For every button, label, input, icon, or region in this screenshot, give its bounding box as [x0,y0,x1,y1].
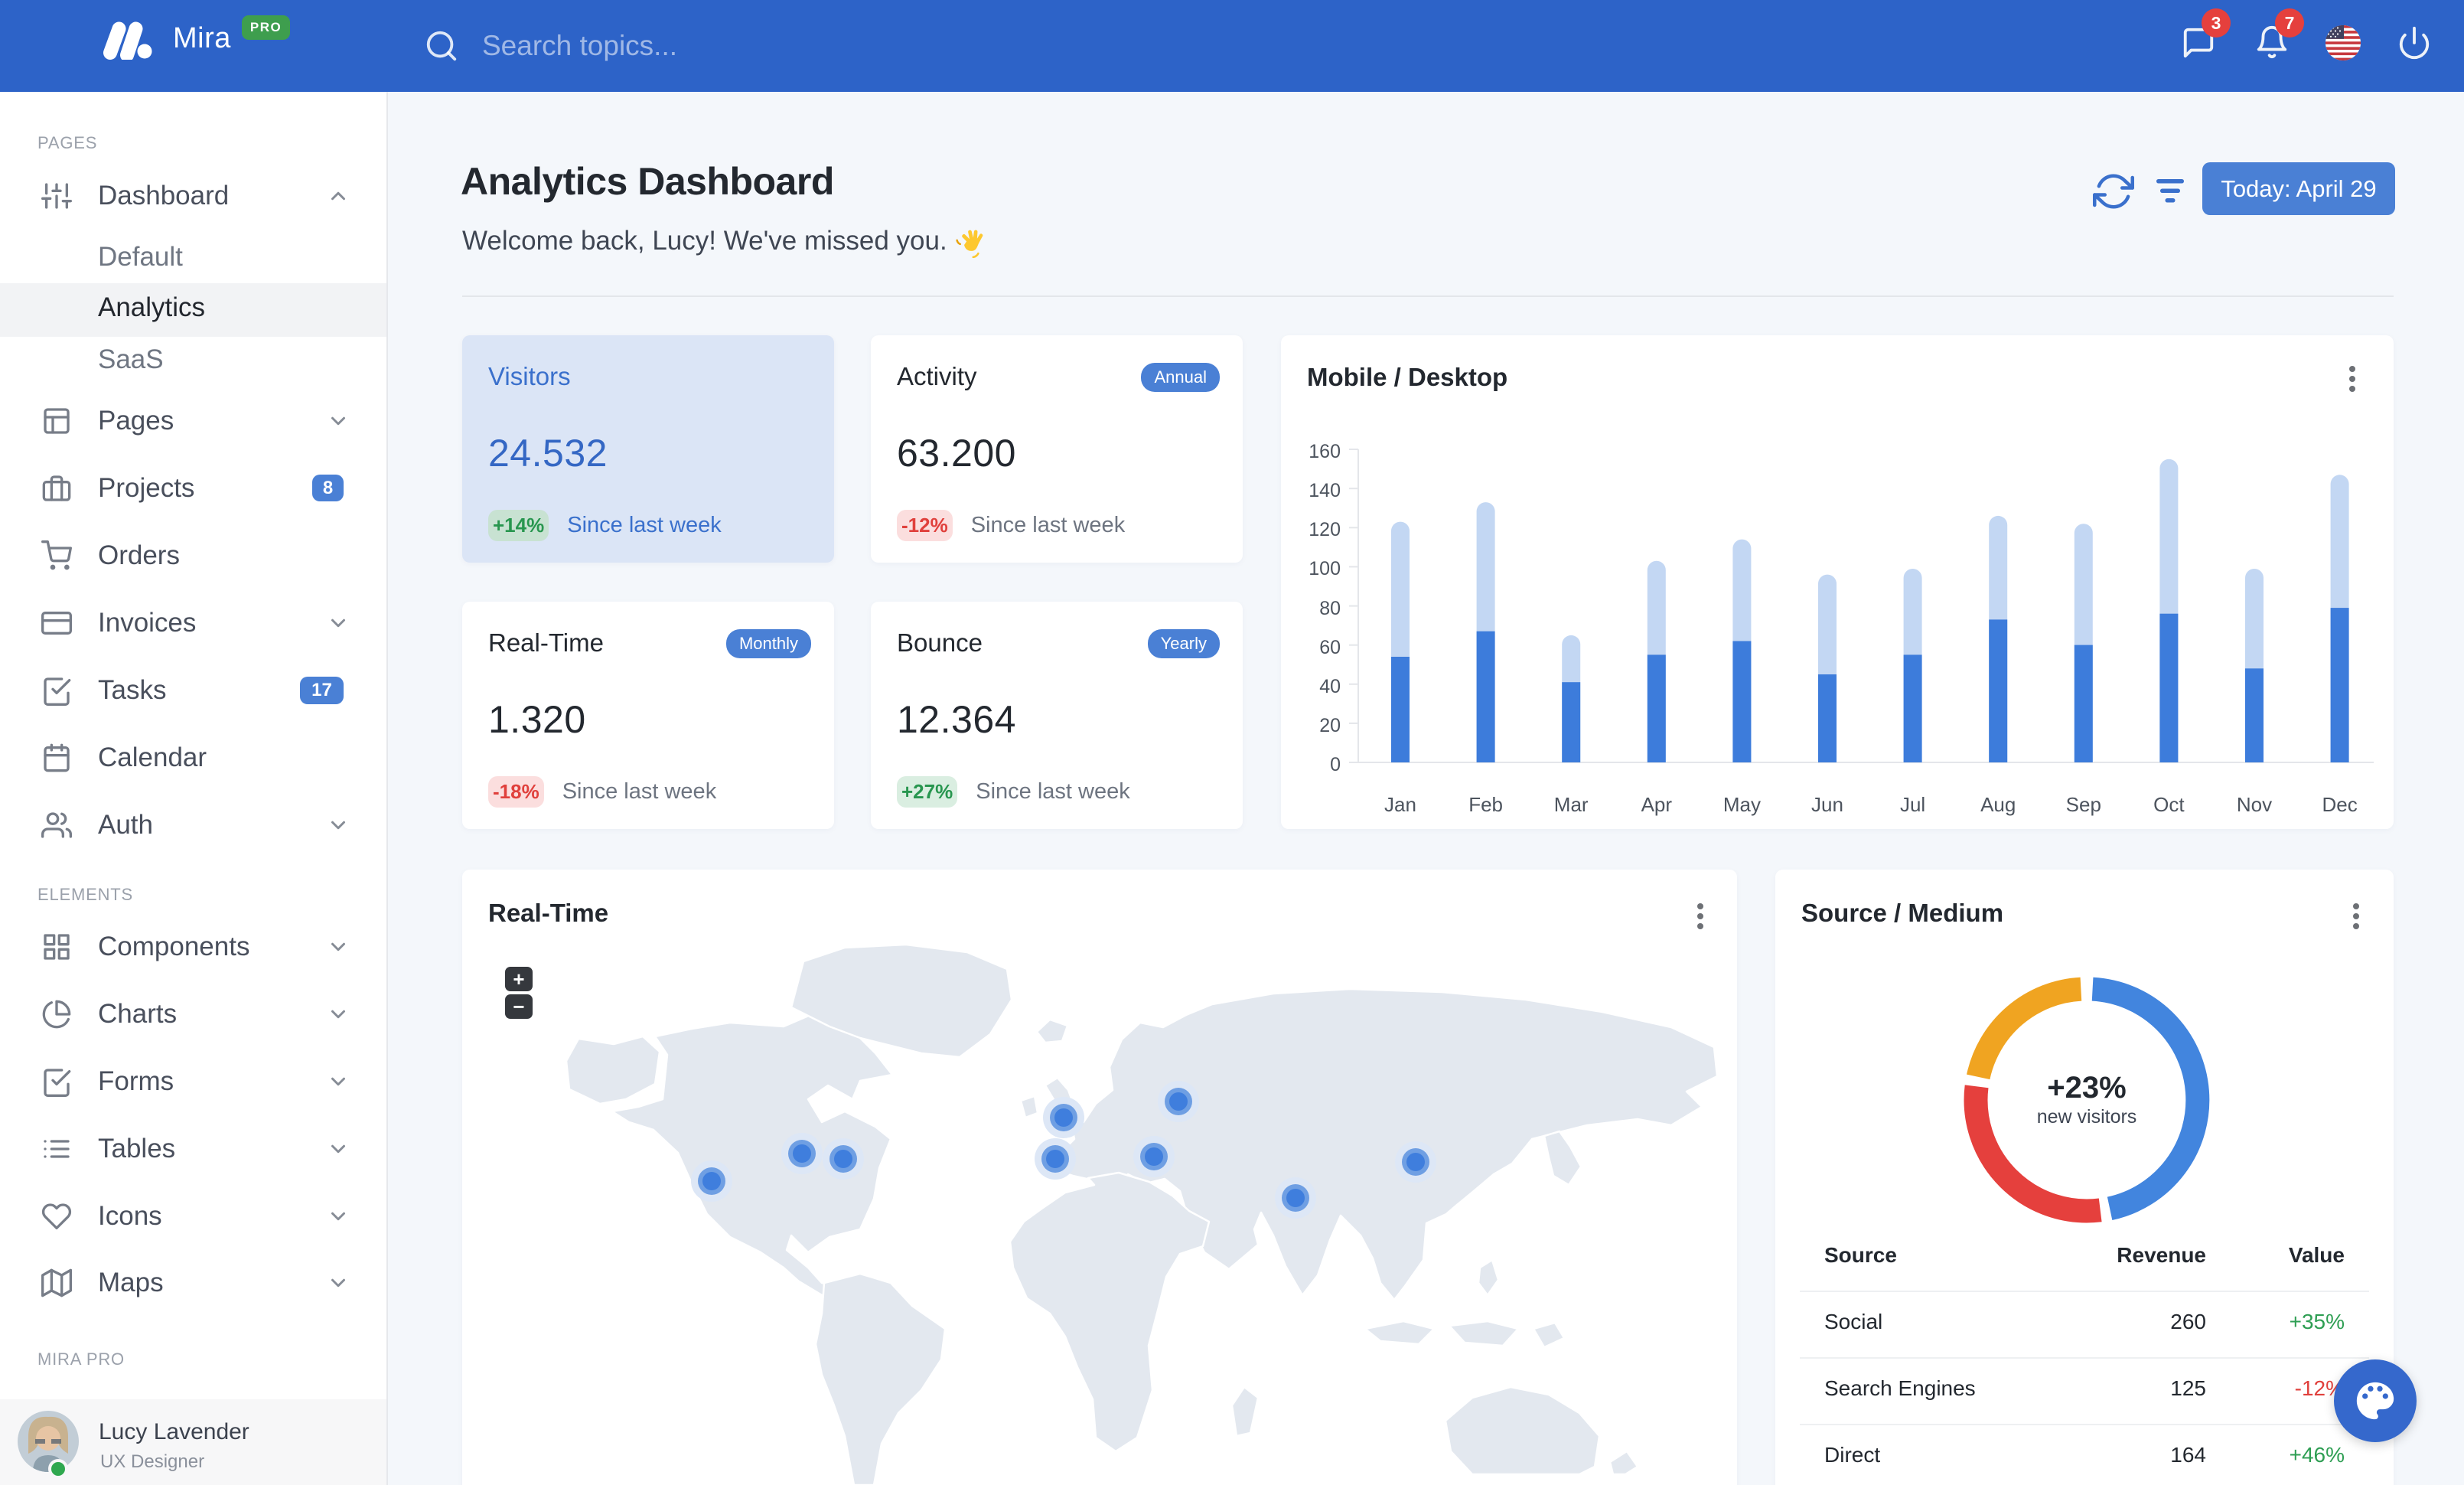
svg-text:120: 120 [1309,519,1341,540]
svg-text:140: 140 [1309,480,1341,501]
svg-text:80: 80 [1319,598,1341,619]
svg-text:Apr: Apr [1641,793,1673,816]
svg-text:Jun: Jun [1811,793,1843,816]
svg-text:40: 40 [1319,676,1341,697]
svg-text:100: 100 [1309,558,1341,579]
svg-text:60: 60 [1319,637,1341,658]
svg-text:Oct: Oct [2153,793,2185,816]
svg-text:Jul: Jul [1900,793,1925,816]
svg-text:20: 20 [1319,715,1341,736]
svg-text:Mar: Mar [1554,793,1589,816]
svg-text:Nov: Nov [2237,793,2272,816]
svg-text:Dec: Dec [2322,793,2357,816]
svg-text:Jan: Jan [1384,793,1416,816]
svg-text:+23%: +23% [2047,1071,2126,1105]
svg-text:May: May [1723,793,1761,816]
svg-text:Feb: Feb [1468,793,1503,816]
svg-text:Aug: Aug [1980,793,2016,816]
svg-text:new visitors: new visitors [2037,1106,2137,1128]
svg-text:Sep: Sep [2066,793,2101,816]
svg-text:0: 0 [1330,754,1341,775]
svg-text:160: 160 [1309,441,1341,462]
